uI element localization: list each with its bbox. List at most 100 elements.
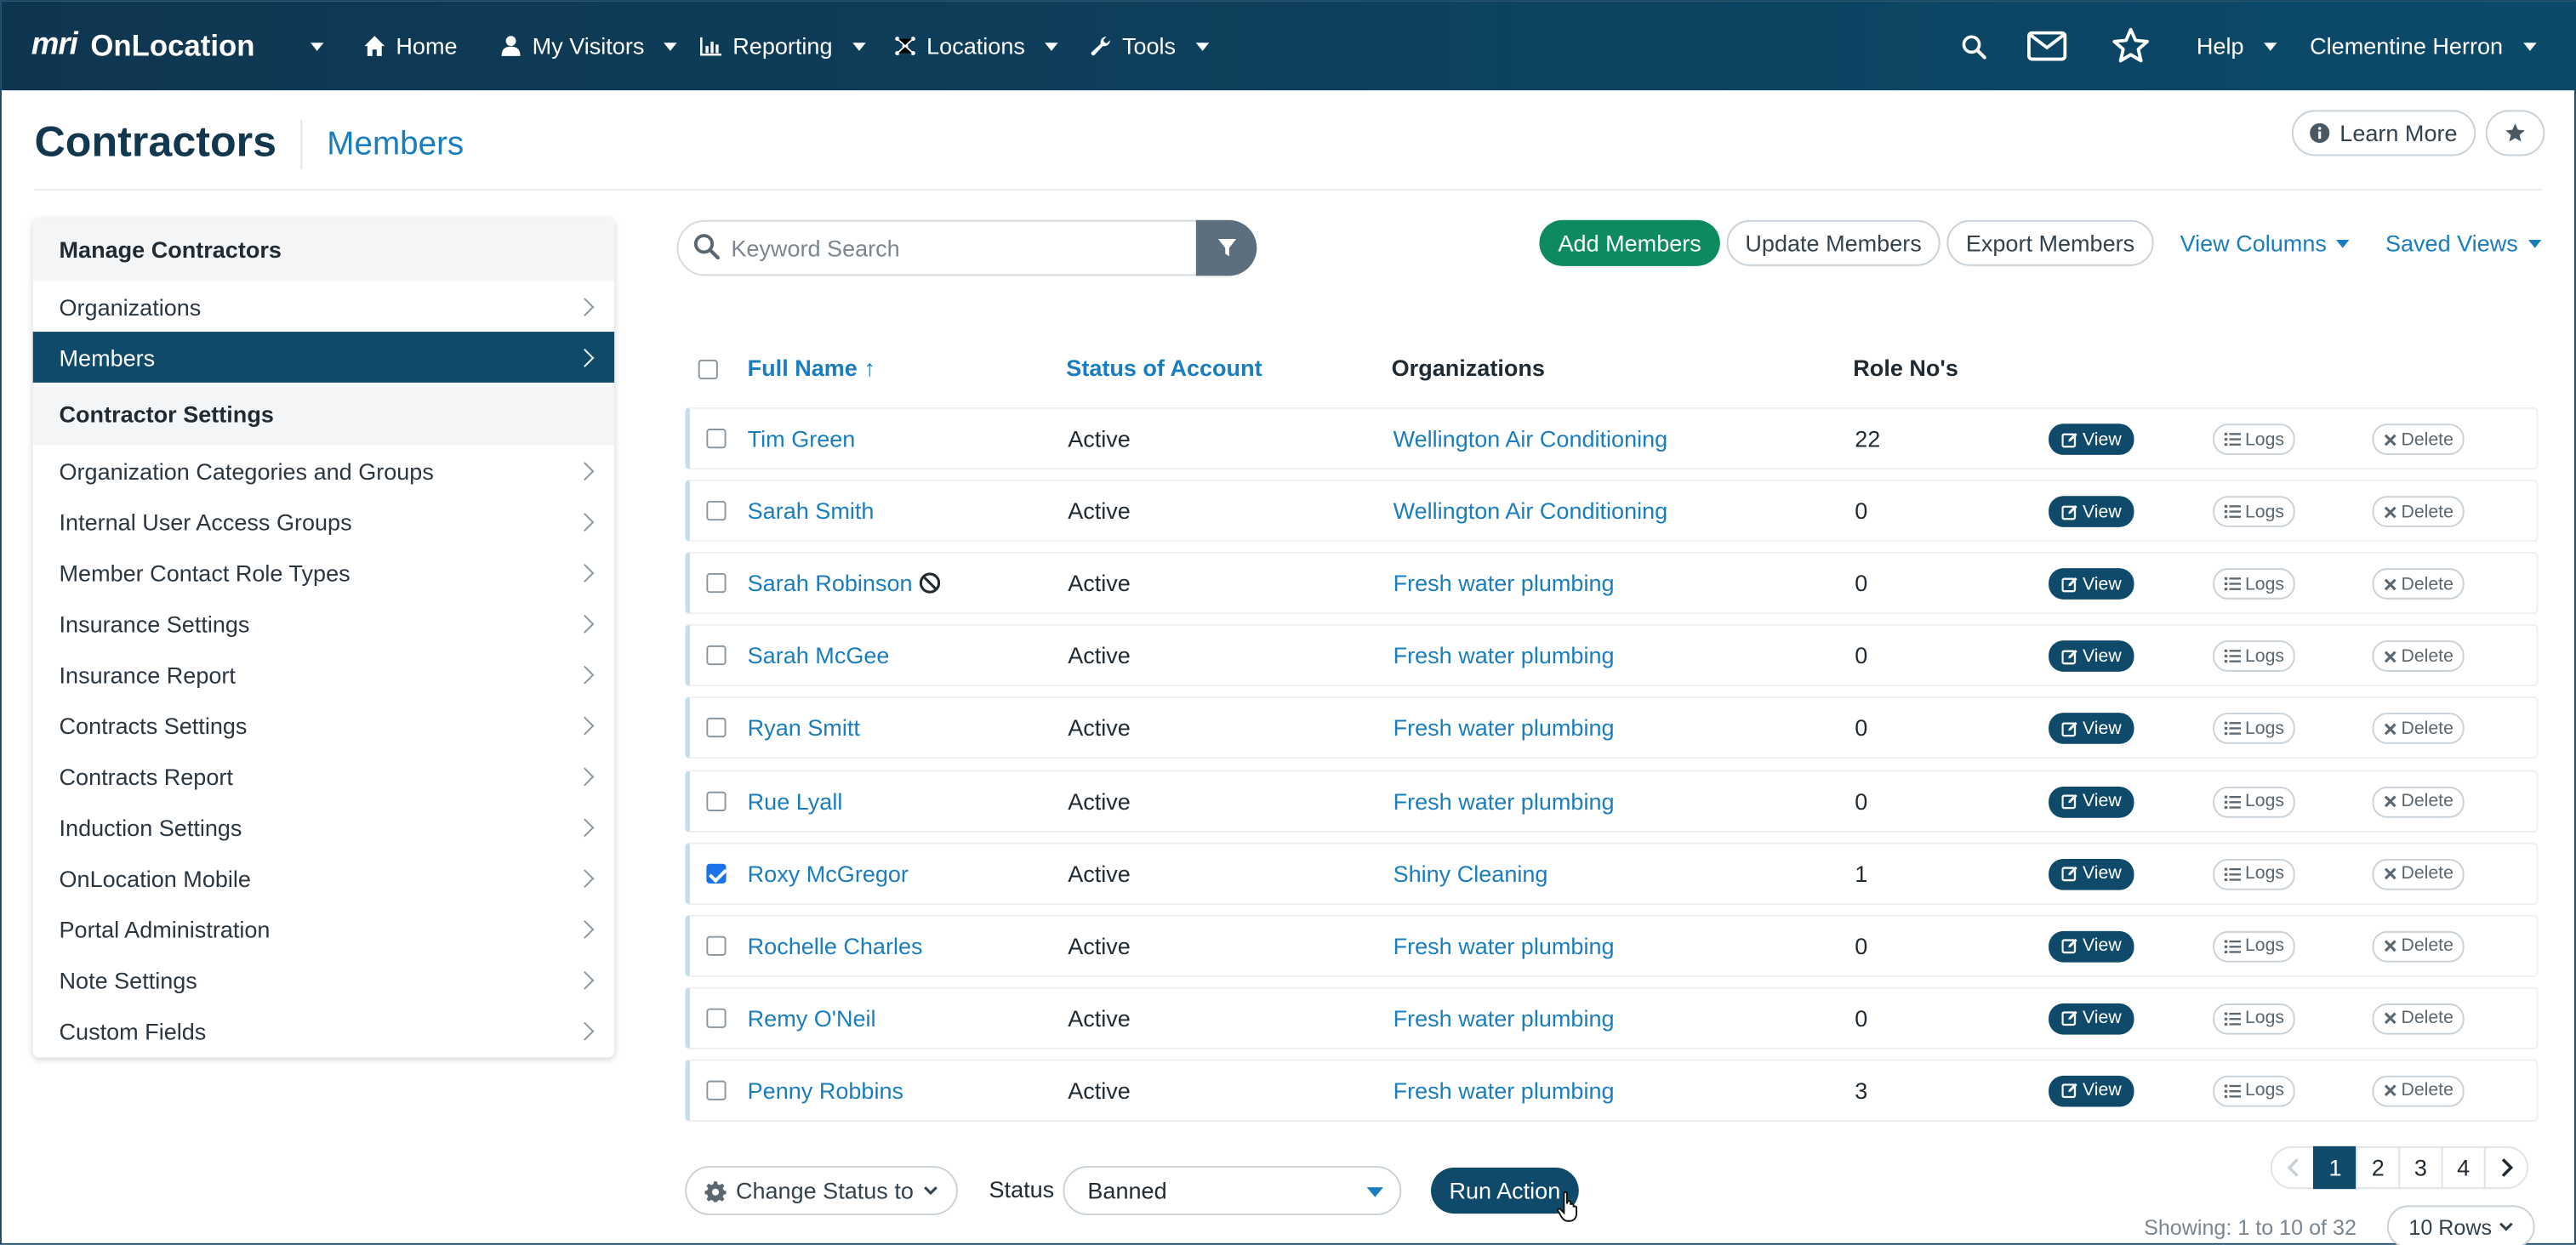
organization-link[interactable]: Fresh water plumbing [1393,570,1615,596]
organization-link[interactable]: Fresh water plumbing [1393,643,1615,669]
column-full-name[interactable]: Full Name ↑ [748,355,875,381]
delete-button[interactable]: Delete [2372,640,2465,673]
sidebar-item-insurance-settings[interactable]: Insurance Settings [33,598,615,649]
logs-button[interactable]: Logs [2213,424,2295,455]
sidebar-item-contracts-settings[interactable]: Contracts Settings [33,700,615,751]
help-menu[interactable]: Help [2197,30,2277,63]
logs-button[interactable]: Logs [2213,786,2295,817]
sidebar-item-internal-user-access[interactable]: Internal User Access Groups [33,496,615,547]
learn-more-button[interactable]: Learn More [2291,110,2476,156]
page-4-button[interactable]: 4 [2441,1146,2486,1190]
row-checkbox[interactable] [706,862,727,884]
add-members-button[interactable]: Add Members [1539,219,1720,266]
sidebar-item-note-settings[interactable]: Note Settings [33,954,615,1005]
member-name-link[interactable]: Tim Green [748,425,856,452]
organization-link[interactable]: Shiny Cleaning [1393,860,1548,886]
saved-views-dropdown[interactable]: Saved Views [2385,230,2541,256]
row-checkbox[interactable] [706,935,727,956]
delete-button[interactable]: Delete [2372,424,2465,455]
nav-my-visitors[interactable]: My Visitors [499,30,678,63]
page-3-button[interactable]: 3 [2398,1146,2443,1190]
sidebar-item-contracts-report[interactable]: Contracts Report [33,751,615,802]
delete-button[interactable]: Delete [2372,930,2465,963]
app-switcher-dropdown[interactable] [300,30,324,63]
view-button[interactable]: View [2049,1003,2134,1035]
search-button[interactable] [1952,25,1994,67]
row-checkbox[interactable] [706,1080,727,1100]
logs-button[interactable]: Logs [2213,496,2295,528]
sidebar-item-insurance-report[interactable]: Insurance Report [33,649,615,700]
change-status-dropdown[interactable]: Change Status to [685,1166,958,1216]
delete-button[interactable]: Delete [2372,1075,2465,1107]
sidebar-item-induction-settings[interactable]: Induction Settings [33,801,615,852]
member-name-link[interactable]: Rue Lyall [748,787,843,814]
page-2-button[interactable]: 2 [2356,1146,2401,1190]
bookmark-page-button[interactable] [2485,110,2545,156]
sidebar-item-onlocation-mobile[interactable]: OnLocation Mobile [33,852,615,903]
member-name-link[interactable]: Ryan Smitt [748,715,860,742]
nav-reporting[interactable]: Reporting [700,30,866,63]
status-select[interactable]: Banned [1063,1166,1402,1216]
keyword-search-input[interactable] [731,235,1175,262]
member-name-link[interactable]: Sarah Smith [748,497,875,524]
view-button[interactable]: View [2049,1075,2134,1107]
rows-per-page-dropdown[interactable]: 10 Rows [2386,1205,2535,1245]
member-name-link[interactable]: Remy O'Neil [748,1004,876,1031]
logs-button[interactable]: Logs [2213,1075,2295,1107]
nav-home[interactable]: Home [363,30,458,63]
delete-button[interactable]: Delete [2372,1003,2465,1035]
organization-link[interactable]: Wellington Air Conditioning [1393,425,1668,452]
sidebar-item-org-categories[interactable]: Organization Categories and Groups [33,445,615,496]
row-checkbox[interactable] [706,790,727,810]
organization-link[interactable]: Wellington Air Conditioning [1393,497,1668,524]
view-columns-dropdown[interactable]: View Columns [2180,230,2350,256]
update-members-button[interactable]: Update Members [1726,219,1941,266]
row-checkbox[interactable] [706,573,727,594]
view-button[interactable]: View [2049,424,2134,455]
view-button[interactable]: View [2049,786,2134,817]
next-page-button[interactable] [2483,1146,2528,1190]
row-checkbox[interactable] [706,1008,727,1028]
member-name-link[interactable]: Rochelle Charles [748,932,923,958]
row-checkbox[interactable] [706,645,727,666]
view-button[interactable]: View [2049,640,2134,673]
organization-link[interactable]: Fresh water plumbing [1393,1077,1615,1104]
organization-link[interactable]: Fresh water plumbing [1393,1004,1615,1031]
sidebar-item-organizations[interactable]: Organizations [33,281,615,332]
sidebar-item-portal-administration[interactable]: Portal Administration [33,903,615,954]
messages-button[interactable] [2026,25,2068,67]
organization-link[interactable]: Fresh water plumbing [1393,715,1615,742]
sidebar-item-custom-fields[interactable]: Custom Fields [33,1005,615,1056]
nav-locations[interactable]: Locations [894,30,1058,63]
user-menu[interactable]: Clementine Herron [2310,30,2536,63]
favorites-button[interactable] [2110,25,2152,67]
row-checkbox[interactable] [706,501,727,521]
logs-button[interactable]: Logs [2213,858,2295,890]
sidebar-item-members[interactable]: Members [32,332,615,383]
delete-button[interactable]: Delete [2372,496,2465,528]
delete-button[interactable]: Delete [2372,568,2465,600]
view-button[interactable]: View [2049,568,2134,600]
column-status[interactable]: Status of Account [1066,355,1262,381]
view-button[interactable]: View [2049,858,2134,890]
delete-button[interactable]: Delete [2372,858,2465,890]
page-1-button[interactable]: 1 [2312,1146,2358,1190]
logs-button[interactable]: Logs [2213,930,2295,963]
member-name-link[interactable]: Sarah Robinson [748,570,943,596]
view-button[interactable]: View [2049,713,2134,745]
view-button[interactable]: View [2049,496,2134,528]
nav-tools[interactable]: Tools [1089,30,1209,63]
member-name-link[interactable]: Roxy McGregor [748,860,909,886]
row-checkbox[interactable] [706,718,727,738]
logs-button[interactable]: Logs [2213,640,2295,673]
view-button[interactable]: View [2049,930,2134,963]
member-name-link[interactable]: Sarah McGee [748,643,890,669]
prev-page-button[interactable] [2270,1146,2315,1190]
row-checkbox[interactable] [706,429,727,449]
member-name-link[interactable]: Penny Robbins [748,1077,903,1104]
logs-button[interactable]: Logs [2213,1003,2295,1035]
organization-link[interactable]: Fresh water plumbing [1393,787,1615,814]
organization-link[interactable]: Fresh water plumbing [1393,932,1615,958]
filter-button[interactable] [1195,219,1257,276]
export-members-button[interactable]: Export Members [1946,219,2154,266]
